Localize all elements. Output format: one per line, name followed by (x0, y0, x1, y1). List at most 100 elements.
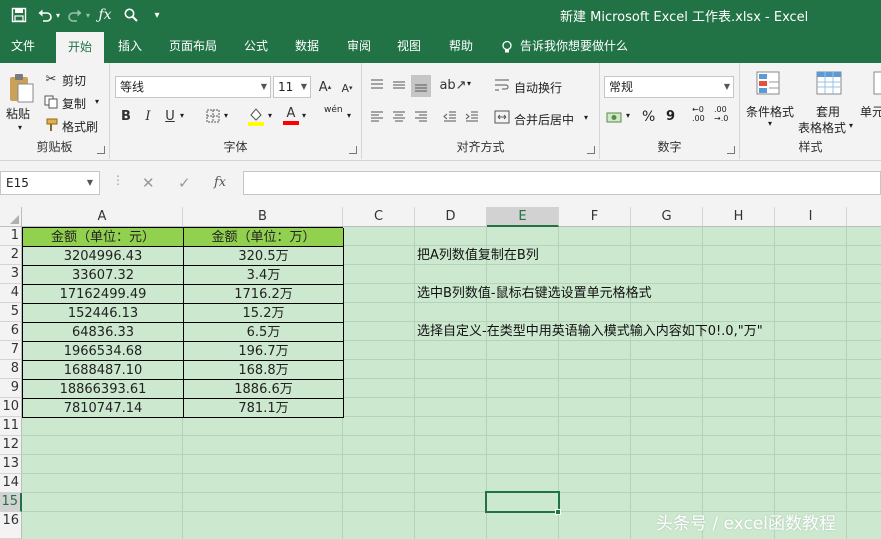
row-header-10[interactable]: 10 (0, 398, 22, 417)
cell-b5[interactable]: 15.2万 (184, 304, 344, 323)
insert-function-button[interactable]: fx (214, 171, 226, 195)
column-header-d[interactable]: D (415, 207, 487, 227)
cell-d6[interactable]: 选择自定义-在类型中用英语输入模式输入内容如下0!.0,"万" (417, 322, 763, 341)
decrease-font-icon[interactable]: A ▾ (338, 79, 356, 97)
paste-icon[interactable] (6, 71, 36, 105)
decrease-decimal-button[interactable]: .00 →.0 (714, 105, 728, 123)
select-all-button[interactable] (0, 207, 22, 227)
formula-bar-grip[interactable]: ⋮ (112, 173, 124, 187)
column-header-b[interactable]: B (183, 207, 343, 227)
cell-b4[interactable]: 1716.2万 (184, 285, 344, 304)
copy-button[interactable]: 复制 (62, 95, 86, 112)
cell-a2[interactable]: 3204996.43 (23, 247, 184, 266)
increase-indent-icon[interactable] (462, 107, 482, 127)
row-header-13[interactable]: 13 (0, 455, 22, 474)
align-left-icon[interactable] (367, 107, 387, 127)
conditional-format-button[interactable]: 条件格式 (746, 103, 794, 120)
cell-styles-button[interactable]: 单元 (860, 103, 881, 120)
cancel-button[interactable]: ✕ (142, 171, 155, 195)
paste-dropdown-icon[interactable]: ▾ (18, 123, 22, 132)
percent-button[interactable]: % (642, 109, 655, 125)
cell-b9[interactable]: 1886.6万 (184, 380, 344, 399)
increase-font-icon[interactable]: A ▴ (316, 77, 334, 97)
row-header-1[interactable]: 1 (0, 227, 22, 246)
cell-d2[interactable]: 把A列数值复制在B列 (417, 246, 539, 265)
fill-color-dropdown-icon[interactable]: ▾ (268, 111, 272, 120)
tell-me-box[interactable]: 告诉我你想要做什么 (500, 30, 628, 63)
cell-a4[interactable]: 17162499.49 (23, 285, 184, 304)
cell-b1[interactable]: 金额（单位：万） (184, 228, 344, 247)
merge-center-icon[interactable] (492, 107, 512, 127)
row-header-2[interactable]: 2 (0, 246, 22, 265)
column-header-g[interactable]: G (631, 207, 703, 227)
fill-handle[interactable] (555, 509, 561, 515)
fx-icon[interactable]: ƒx (94, 4, 116, 26)
align-bottom-icon[interactable] (411, 75, 431, 97)
borders-dropdown-icon[interactable]: ▾ (224, 111, 228, 120)
format-painter-button[interactable]: 格式刷 (62, 118, 98, 135)
cell-b8[interactable]: 168.8万 (184, 361, 344, 380)
tab-home[interactable]: 开始 (56, 32, 104, 63)
cell-a7[interactable]: 1966534.68 (23, 342, 184, 361)
formula-input[interactable] (243, 171, 881, 195)
format-table-dropdown-icon[interactable]: ▾ (849, 121, 853, 130)
cell-b7[interactable]: 196.7万 (184, 342, 344, 361)
tab-help[interactable]: 帮助 (440, 30, 482, 63)
phonetic-button[interactable]: wén (324, 105, 343, 115)
font-launcher-icon[interactable] (349, 146, 357, 154)
clipboard-launcher-icon[interactable] (97, 146, 105, 154)
row-header-4[interactable]: 4 (0, 284, 22, 303)
italic-button[interactable]: I (140, 107, 156, 125)
borders-icon[interactable] (204, 107, 222, 125)
row-header-14[interactable]: 14 (0, 474, 22, 493)
alignment-launcher-icon[interactable] (587, 146, 595, 154)
font-color-icon[interactable]: A (282, 105, 300, 127)
row-header-3[interactable]: 3 (0, 265, 22, 284)
search-icon[interactable] (120, 4, 142, 26)
column-header-i[interactable]: I (775, 207, 847, 227)
orientation-icon[interactable]: ab↗ (439, 75, 466, 95)
row-header-7[interactable]: 7 (0, 341, 22, 360)
bold-button[interactable]: B (118, 107, 134, 125)
tab-formulas[interactable]: 公式 (236, 30, 276, 63)
decrease-indent-icon[interactable] (440, 107, 460, 127)
number-launcher-icon[interactable] (727, 146, 735, 154)
cell-a9[interactable]: 18866393.61 (23, 380, 184, 399)
cell-a10[interactable]: 7810747.14 (23, 399, 184, 418)
cell-d4[interactable]: 选中B列数值-鼠标右键选设置单元格格式 (417, 284, 652, 303)
customize-icon[interactable]: ▾ (146, 4, 168, 26)
phonetic-dropdown-icon[interactable]: ▾ (347, 111, 351, 120)
column-header-c[interactable]: C (343, 207, 415, 227)
cell-a1[interactable]: 金额（单位：元） (23, 228, 184, 247)
tab-data[interactable]: 数据 (286, 30, 328, 63)
format-as-table-line1[interactable]: 套用 (816, 103, 840, 120)
format-as-table-icon[interactable] (814, 69, 844, 99)
column-header-partial[interactable] (847, 207, 881, 227)
align-middle-icon[interactable] (389, 75, 409, 95)
merge-dropdown-icon[interactable]: ▾ (584, 113, 588, 122)
column-header-h[interactable]: H (703, 207, 775, 227)
number-format-box[interactable]: 常规 ▼ (604, 76, 734, 98)
format-as-table-button[interactable]: 表格格式 (798, 119, 846, 136)
underline-button[interactable]: U (162, 107, 178, 125)
font-color-dropdown-icon[interactable]: ▾ (302, 111, 306, 120)
font-name-box[interactable]: 等线 ▼ (115, 76, 271, 98)
column-header-f[interactable]: F (559, 207, 631, 227)
copy-dropdown-icon[interactable]: ▾ (95, 97, 99, 106)
worksheet-grid[interactable]: A B C D E F G H I 1 2 3 4 5 6 7 8 9 10 1… (0, 207, 881, 539)
undo-icon[interactable] (34, 4, 56, 26)
fill-color-icon[interactable] (246, 105, 266, 127)
tab-insert[interactable]: 插入 (110, 30, 150, 63)
undo-dropdown-icon[interactable]: ▾ (56, 11, 60, 20)
cell-b2[interactable]: 320.5万 (184, 247, 344, 266)
cell-a6[interactable]: 64836.33 (23, 323, 184, 342)
row-header-6[interactable]: 6 (0, 322, 22, 341)
row-header-8[interactable]: 8 (0, 360, 22, 379)
orientation-dropdown-icon[interactable]: ▾ (467, 79, 471, 88)
align-top-icon[interactable] (367, 75, 387, 95)
cut-button[interactable]: 剪切 (62, 72, 86, 89)
wrap-text-icon[interactable] (492, 75, 512, 95)
comma-style-button[interactable]: 9 (666, 109, 675, 124)
tab-view[interactable]: 视图 (388, 30, 430, 63)
tab-file[interactable]: 文件 (0, 30, 46, 63)
